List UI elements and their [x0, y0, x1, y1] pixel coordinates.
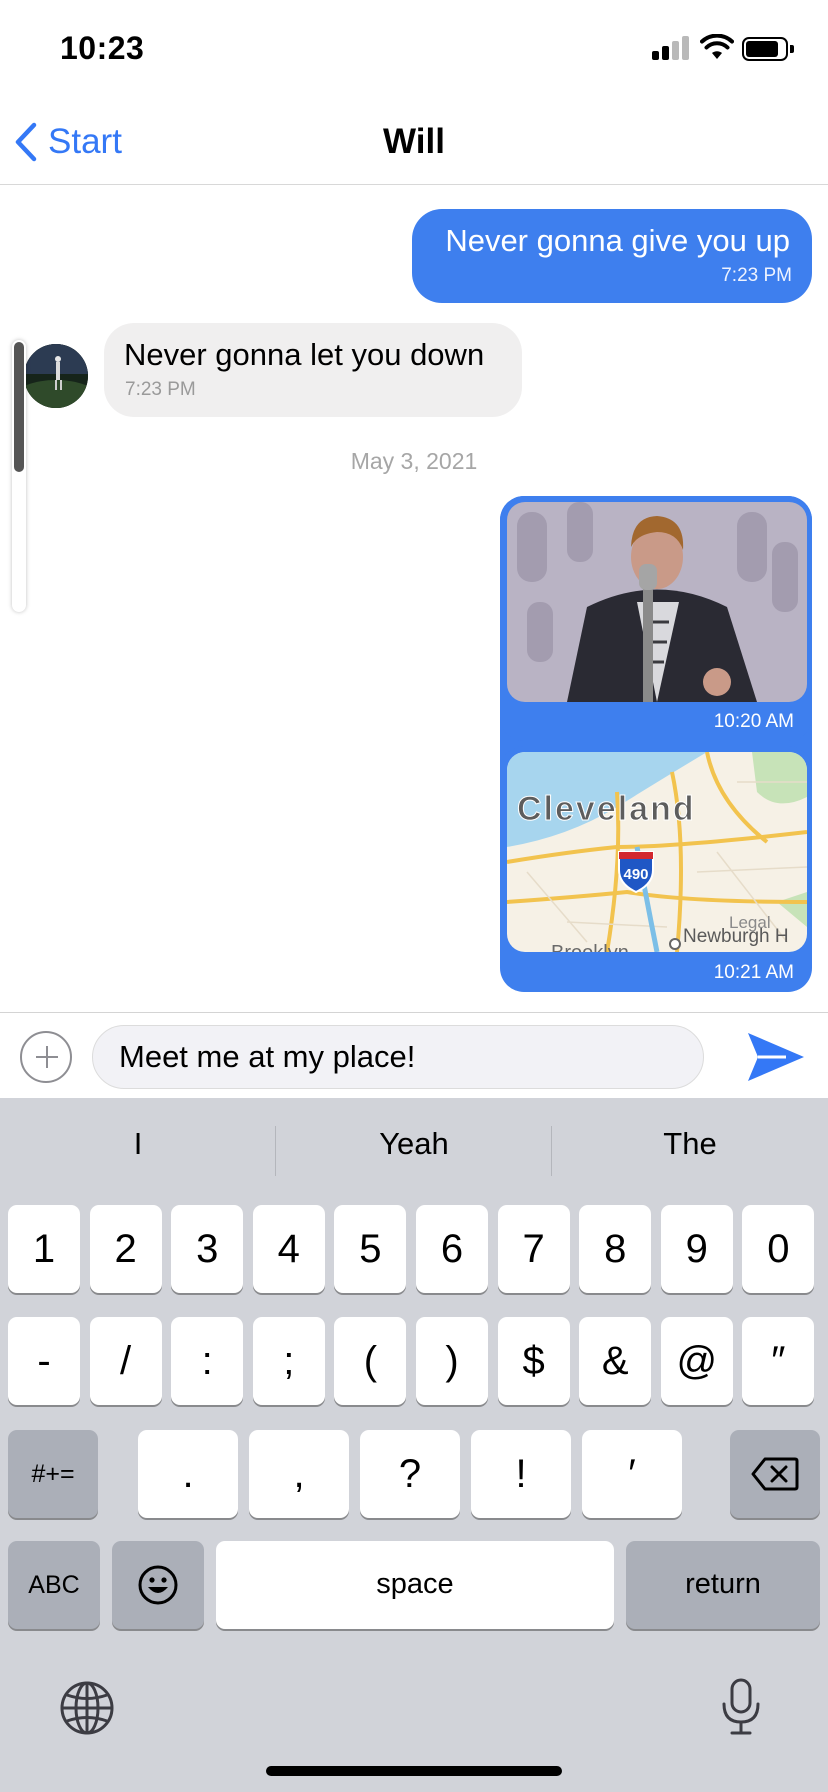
message-time: 7:23 PM	[721, 265, 792, 286]
globe-icon[interactable]	[59, 1680, 115, 1736]
map-thumbnail[interactable]: Cleveland 490 Brooklyn Newburgh H Legal	[507, 752, 807, 952]
avatar-image	[24, 344, 88, 408]
suggestion-3[interactable]: The	[552, 1126, 828, 1162]
key[interactable]: @	[660, 1317, 733, 1405]
suggestion-1[interactable]: I	[0, 1126, 276, 1162]
key[interactable]: 5	[334, 1205, 407, 1293]
key[interactable]: /	[89, 1317, 162, 1405]
map-city-label: Cleveland	[517, 790, 696, 828]
message-text: Never gonna give you up	[445, 223, 790, 258]
battery-icon	[742, 37, 794, 61]
suggestion-bar: I Yeah The	[0, 1098, 828, 1202]
abc-key[interactable]: ABC	[8, 1541, 100, 1629]
key[interactable]: !	[471, 1430, 571, 1518]
key[interactable]: $	[497, 1317, 570, 1405]
send-button[interactable]	[746, 1029, 806, 1085]
emoji-key[interactable]	[112, 1541, 204, 1629]
message-time: 7:23 PM	[125, 379, 196, 400]
microphone-icon[interactable]	[721, 1678, 761, 1736]
status-bar: 10:23	[0, 0, 828, 100]
message-input[interactable]: Meet me at my place!	[92, 1025, 704, 1089]
key[interactable]: 7	[497, 1205, 570, 1293]
navigation-bar: Start Will	[0, 100, 828, 185]
date-separator: May 3, 2021	[350, 448, 478, 474]
key[interactable]: &	[579, 1317, 652, 1405]
message-time: 10:21 AM	[713, 962, 794, 983]
key[interactable]: 2	[89, 1205, 162, 1293]
add-attachment-button[interactable]	[20, 1031, 72, 1083]
key[interactable]: -	[8, 1317, 80, 1405]
space-key[interactable]: space	[216, 1541, 614, 1629]
symbols-key[interactable]: #+=	[8, 1430, 98, 1518]
emoji-icon	[138, 1565, 178, 1605]
delete-icon	[751, 1457, 799, 1491]
suggestion-2[interactable]: Yeah	[276, 1126, 552, 1162]
message-text: Never gonna let you down	[124, 337, 485, 372]
home-indicator	[266, 1766, 562, 1776]
delete-key[interactable]	[730, 1430, 820, 1518]
cellular-signal-icon	[652, 36, 692, 60]
conversation-title: Will	[383, 122, 445, 161]
status-time: 10:23	[60, 30, 145, 66]
map-label-brooklyn: Brooklyn	[551, 942, 629, 952]
map-legal-label: Legal	[729, 913, 771, 932]
message-time: 10:20 AM	[713, 711, 794, 732]
key[interactable]: )	[416, 1317, 488, 1405]
outgoing-message[interactable]: Never gonna give you up 7:23 PM	[412, 209, 812, 303]
location-message[interactable]: Cleveland 490 Brooklyn Newburgh H Legal …	[500, 746, 812, 992]
key[interactable]: 3	[171, 1205, 244, 1293]
key[interactable]: 6	[416, 1205, 488, 1293]
key[interactable]: (	[334, 1317, 407, 1405]
key[interactable]: 1	[8, 1205, 80, 1293]
message-list[interactable]: Never gonna give you up 7:23 PM Never go…	[0, 186, 828, 1012]
wifi-icon	[700, 34, 734, 59]
return-key[interactable]: return	[626, 1541, 820, 1629]
key[interactable]: ?	[360, 1430, 460, 1518]
key[interactable]: ′	[582, 1430, 682, 1518]
key[interactable]: ″	[742, 1317, 815, 1405]
key[interactable]: 8	[579, 1205, 652, 1293]
video-message-frame[interactable]: 10:20 AM	[500, 496, 812, 741]
key[interactable]: ;	[252, 1317, 325, 1405]
key[interactable]: 0	[742, 1205, 815, 1293]
scroll-indicator[interactable]	[12, 340, 26, 612]
key[interactable]: 9	[660, 1205, 733, 1293]
keyboard: I Yeah The 1234567890 - /:;() $ & @ ″ #+= .,?…	[0, 1098, 828, 1792]
key[interactable]: .	[138, 1430, 238, 1518]
message-composer: Meet me at my place!	[0, 1012, 828, 1098]
key[interactable]: ,	[249, 1430, 349, 1518]
incoming-message[interactable]: Never gonna let you down 7:23 PM	[104, 323, 522, 417]
key[interactable]: 4	[252, 1205, 325, 1293]
video-thumbnail[interactable]	[507, 502, 807, 702]
map-shield-label: 490	[623, 866, 648, 883]
avatar[interactable]	[24, 344, 88, 408]
key[interactable]: :	[171, 1317, 244, 1405]
